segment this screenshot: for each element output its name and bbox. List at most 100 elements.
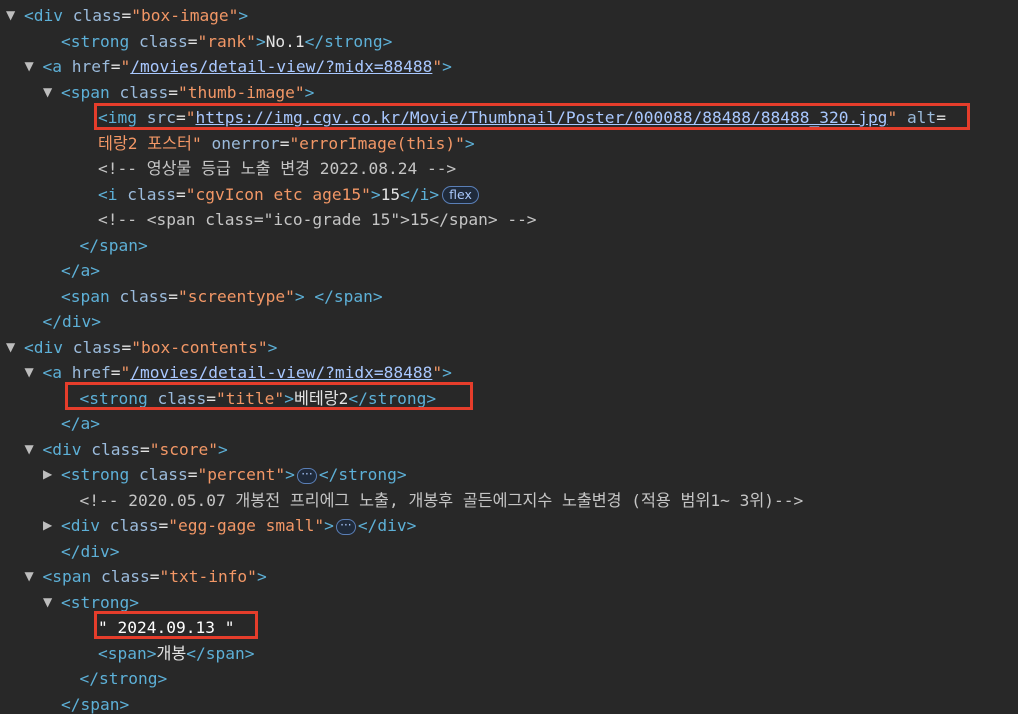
dom-node-line[interactable]: 테랑2 포스터" onerror="errorImage(this)"> <box>0 131 475 156</box>
expanded-triangle-icon[interactable]: ▼ <box>6 3 24 28</box>
expanded-triangle-icon[interactable]: ▼ <box>43 80 61 105</box>
token-tag: <span <box>61 82 120 102</box>
token-attr-eq: = <box>158 516 169 535</box>
dom-node-line[interactable]: <i class="cgvIcon etc age15">15</i> flex <box>0 182 479 207</box>
expanded-triangle-icon[interactable]: ▼ <box>43 590 61 615</box>
flex-badge[interactable]: flex <box>442 186 479 204</box>
token-attr-eq: = <box>121 337 132 357</box>
token-tag: > <box>238 6 249 25</box>
token-tag: > <box>294 286 305 306</box>
token-tag: <span <box>61 286 120 306</box>
expanded-triangle-icon[interactable]: ▼ <box>25 564 43 589</box>
token-tag: </span> <box>79 235 148 255</box>
token-attr-eq: = <box>168 82 178 102</box>
token-attr-value: "box-contents" <box>131 337 268 357</box>
token-attr-name: class <box>127 184 176 204</box>
token-quote-text: " 2024.09.13 " <box>98 618 235 637</box>
token-tag: <strong <box>61 31 139 51</box>
token-attr-name: onerror <box>211 133 280 153</box>
elements-dom-tree[interactable]: ▼ <div class="box-image"> <strong class="r… <box>0 0 1018 714</box>
token-attr-link[interactable]: https://img.cgv.co.kr/Movie/Thumbnail/Po… <box>195 108 887 127</box>
token-comment: <!-- 2020.05.07 개봉전 프리에그 노출, 개봉후 골든에그지수 … <box>79 490 804 510</box>
dom-node-line[interactable]: " 2024.09.13 " <box>0 615 234 640</box>
expanded-triangle-icon[interactable]: ▼ <box>25 54 43 79</box>
token-attr-value: "txt-info" <box>159 567 257 586</box>
dom-node-line[interactable]: ▼ <strong> <box>0 590 139 615</box>
token-attr-eq: = <box>936 108 946 127</box>
token-attr-eq: = <box>206 388 216 408</box>
token-tag: <div <box>42 439 92 459</box>
token-attr-name: class <box>138 31 188 51</box>
dom-node-line[interactable]: ▼ <span class="thumb-image"> <box>0 80 314 105</box>
dom-node-line[interactable]: </div> <box>0 309 101 334</box>
token-tag: > <box>442 57 452 76</box>
token-attr-name: href <box>71 57 111 76</box>
token-attr-value: "rank" <box>197 31 256 51</box>
token-attr-link[interactable]: /movies/detail-view/?midx=88488 <box>130 57 432 76</box>
collapsed-triangle-icon[interactable]: ▶ <box>43 462 61 487</box>
expanded-triangle-icon[interactable]: ▼ <box>6 335 24 360</box>
dom-node-line[interactable]: <strong class="rank">No.1</strong> <box>0 29 392 54</box>
token-attr-eq: = <box>187 31 198 51</box>
token-attr-value: "percent" <box>197 465 286 484</box>
dom-node-line[interactable]: <!-- 영상물 등급 노출 변경 2022.08.24 --> <box>0 156 456 181</box>
dom-node-line[interactable]: ▼ <div class="box-image"> <box>0 3 248 28</box>
dom-node-line[interactable]: </a> <box>0 411 100 436</box>
token-tag: > <box>256 567 267 586</box>
token-attr-eq: = <box>149 567 160 586</box>
token-tag: > <box>285 465 295 484</box>
dom-node-line[interactable]: <!-- <span class="ico-grade 15">15</span… <box>0 207 537 232</box>
token-tag: <strong <box>79 388 158 408</box>
token-attr-value: "screentype" <box>177 286 295 306</box>
dom-node-line[interactable]: <span class="screentype"> </span> <box>0 284 383 309</box>
token-attr-eq: = <box>175 184 186 204</box>
token-tag: </span> <box>314 286 383 306</box>
dom-node-line[interactable]: </strong> <box>0 666 168 691</box>
token-attr-value: 테랑2 포스터" <box>98 133 202 153</box>
collapsed-children-ellipsis[interactable]: ··· <box>335 518 356 535</box>
dom-node-line[interactable]: <!-- 2020.05.07 개봉전 프리에그 노출, 개봉후 골든에그지수 … <box>0 488 804 513</box>
token-attr-link[interactable]: /movies/detail-view/?midx=88488 <box>130 363 432 382</box>
token-attr-name: href <box>71 363 111 382</box>
dom-node-line[interactable]: ▶ <div class="egg-gage small"> ··· </div> <box>0 513 416 538</box>
dom-node-line[interactable]: ▼ <div class="box-contents"> <box>0 335 277 360</box>
token-tag: </span> <box>61 694 130 714</box>
token-text: 개봉 <box>156 643 187 663</box>
dom-node-line[interactable]: <span>개봉</span> <box>0 641 255 666</box>
token-tag: <i <box>98 184 128 204</box>
token-tag: <a <box>42 57 72 76</box>
token-tag: </i> <box>400 184 440 204</box>
token-tag: </a> <box>61 261 100 280</box>
token-attr-name: class <box>119 82 169 102</box>
token-attr-value: " <box>432 363 443 382</box>
token-attr-name: alt <box>906 108 937 127</box>
dom-node-line[interactable]: <img src="https://img.cgv.co.kr/Movie/Th… <box>0 105 946 130</box>
token-tag: </strong> <box>348 388 437 408</box>
dom-node-line[interactable]: ▶ <strong class="percent"> ··· </strong> <box>0 462 407 487</box>
dom-node-line[interactable]: </span> <box>0 692 129 714</box>
dom-node-line[interactable]: </div> <box>0 539 119 564</box>
token-tag: <strong> <box>61 592 139 612</box>
dom-node-line[interactable]: <strong class="title">베테랑2</strong> <box>0 386 437 411</box>
expanded-triangle-icon[interactable]: ▼ <box>25 437 43 462</box>
token-text: No.1 <box>265 31 305 51</box>
dom-node-line[interactable]: ▼ <span class="txt-info"> <box>0 564 267 589</box>
token-attr-name: class <box>91 439 140 459</box>
token-attr-name: class <box>100 567 150 586</box>
dom-node-line[interactable]: ▼ <a href="/movies/detail-view/?midx=8848… <box>0 54 452 79</box>
collapsed-triangle-icon[interactable]: ▶ <box>43 513 61 538</box>
dom-node-line[interactable]: ▼ <div class="score"> <box>0 437 228 462</box>
token-attr-eq: = <box>279 133 290 153</box>
dom-node-line[interactable]: </a> <box>0 258 100 283</box>
token-tag: > <box>464 133 475 153</box>
token-attr-name: src <box>146 108 176 127</box>
expanded-triangle-icon[interactable]: ▼ <box>25 360 43 385</box>
dom-node-line[interactable]: </span> <box>0 233 148 258</box>
token-attr-eq: = <box>175 108 186 127</box>
token-tag: > <box>217 439 228 459</box>
token-tag: > <box>267 337 278 357</box>
token-tag: </div> <box>357 516 417 535</box>
dom-node-line[interactable]: ▼ <a href="/movies/detail-view/?midx=8848… <box>0 360 452 385</box>
collapsed-children-ellipsis[interactable]: ··· <box>296 467 317 484</box>
